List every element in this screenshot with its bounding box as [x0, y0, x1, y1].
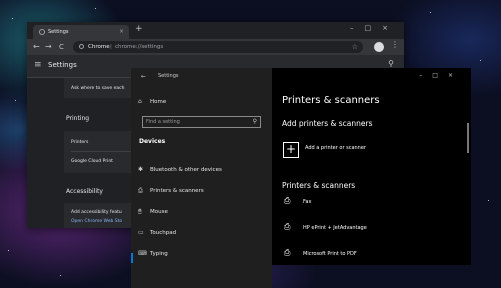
back-arrow-icon[interactable]: ← [141, 73, 146, 80]
omnibox-host: Chrome [88, 44, 110, 50]
back-button[interactable]: ← [33, 42, 40, 51]
add-printer-label[interactable]: Add a printer or scanner [305, 145, 366, 151]
nav-home[interactable]: ⌂ Home [138, 98, 166, 105]
reload-button[interactable]: C [59, 43, 64, 51]
printer-item[interactable]: Fax [303, 199, 311, 205]
printer-item[interactable]: HP ePrint + JetAdvantage [303, 225, 367, 231]
web-store-link[interactable]: Open Chrome Web Sto [71, 219, 122, 224]
bluetooth-icon: ✱ [138, 166, 144, 173]
magnifier-icon: ⚲ [252, 118, 257, 125]
address-bar[interactable]: Chrome | chrome://settings ☆ [73, 41, 363, 53]
nav-label: Typing [150, 251, 168, 257]
home-icon: ⌂ [138, 98, 142, 105]
star [488, 200, 489, 201]
printer-icon: ⎙ [284, 248, 291, 257]
search-icon[interactable]: ⚲ [388, 59, 394, 68]
add-accessibility-row[interactable]: Add accessibility featu [71, 210, 122, 215]
printer-icon: ⎙ [138, 187, 143, 194]
tab-strip: Settings × + –□× [27, 22, 404, 39]
page-title: Settings [48, 61, 77, 69]
nav-bluetooth[interactable]: ✱ Bluetooth & other devices [138, 166, 222, 173]
add-section-heading: Add printers & scanners [282, 119, 373, 128]
window-controls[interactable]: –□× [419, 72, 463, 79]
nav-label: Mouse [150, 209, 168, 215]
active-indicator [131, 253, 133, 263]
forward-button[interactable]: → [45, 42, 52, 51]
nav-label: Printers & scanners [150, 188, 204, 194]
tab-title: Settings [48, 29, 69, 35]
bookmark-star-icon[interactable]: ☆ [352, 41, 358, 53]
omnibox-separator: | [110, 44, 112, 50]
keyboard-icon: ⌨ [138, 250, 147, 257]
nav-printers-scanners[interactable]: ⎙ Printers & scanners [138, 187, 204, 195]
nav-typing[interactable]: ⌨ Typing [138, 250, 168, 257]
printers-list-heading: Printers & scanners [282, 181, 356, 190]
touchpad-icon: ▭ [138, 229, 144, 236]
nav-label: Bluetooth & other devices [150, 167, 222, 173]
printer-icon: ⎙ [284, 222, 291, 231]
star [8, 250, 9, 251]
devices-heading: Devices [139, 138, 166, 145]
printer-item[interactable]: Microsoft Print to PDF [303, 251, 357, 257]
page-title: Printers & scanners [282, 95, 380, 106]
add-printer-button[interactable]: + [283, 142, 299, 158]
nav-mouse[interactable]: 🖱 Mouse [138, 208, 168, 216]
accessibility-heading: Accessibility [66, 188, 103, 195]
google-cloud-print-row[interactable]: Google Cloud Print [71, 159, 113, 164]
toolbar: ← → C Chrome | chrome://settings ☆ ⋮ [27, 39, 404, 55]
tab-settings[interactable]: Settings × [33, 25, 129, 39]
new-tab-button[interactable]: + [135, 24, 143, 34]
star [60, 275, 61, 276]
find-setting-input[interactable]: Find a setting ⚲ [142, 116, 261, 128]
star [12, 18, 13, 19]
star [480, 60, 481, 61]
settings-app-title: Settings [158, 73, 179, 79]
window-controls[interactable]: –□× [350, 24, 399, 32]
close-tab-icon[interactable]: × [119, 25, 124, 39]
nav-label: Touchpad [150, 230, 177, 236]
printers-scanners-pane: –□× Printers & scanners Add printers & s… [272, 68, 471, 265]
profile-avatar[interactable] [374, 42, 384, 52]
site-info-icon[interactable] [79, 44, 84, 49]
search-placeholder: Find a setting [146, 119, 180, 125]
chrome-menu-icon[interactable]: ⋮ [391, 40, 399, 49]
nav-home-label: Home [150, 99, 167, 105]
printers-row[interactable]: Printers [71, 140, 88, 145]
mouse-icon: 🖱 [138, 208, 142, 215]
fax-icon: ⎙ [284, 196, 291, 205]
nav-touchpad[interactable]: ▭ Touchpad [138, 229, 176, 236]
settings-favicon-icon [39, 29, 45, 35]
scrollbar[interactable] [467, 123, 469, 153]
omnibox-url: chrome://settings [115, 44, 164, 50]
windows-settings-nav: ← Settings ⌂ Home Find a setting ⚲ Device… [131, 68, 272, 288]
star [95, 8, 96, 9]
star [15, 100, 16, 101]
hamburger-menu-icon[interactable]: ≡ [34, 60, 42, 70]
star [430, 12, 431, 13]
ask-save-row[interactable]: Ask where to save each [71, 86, 124, 91]
printing-heading: Printing [66, 115, 90, 122]
